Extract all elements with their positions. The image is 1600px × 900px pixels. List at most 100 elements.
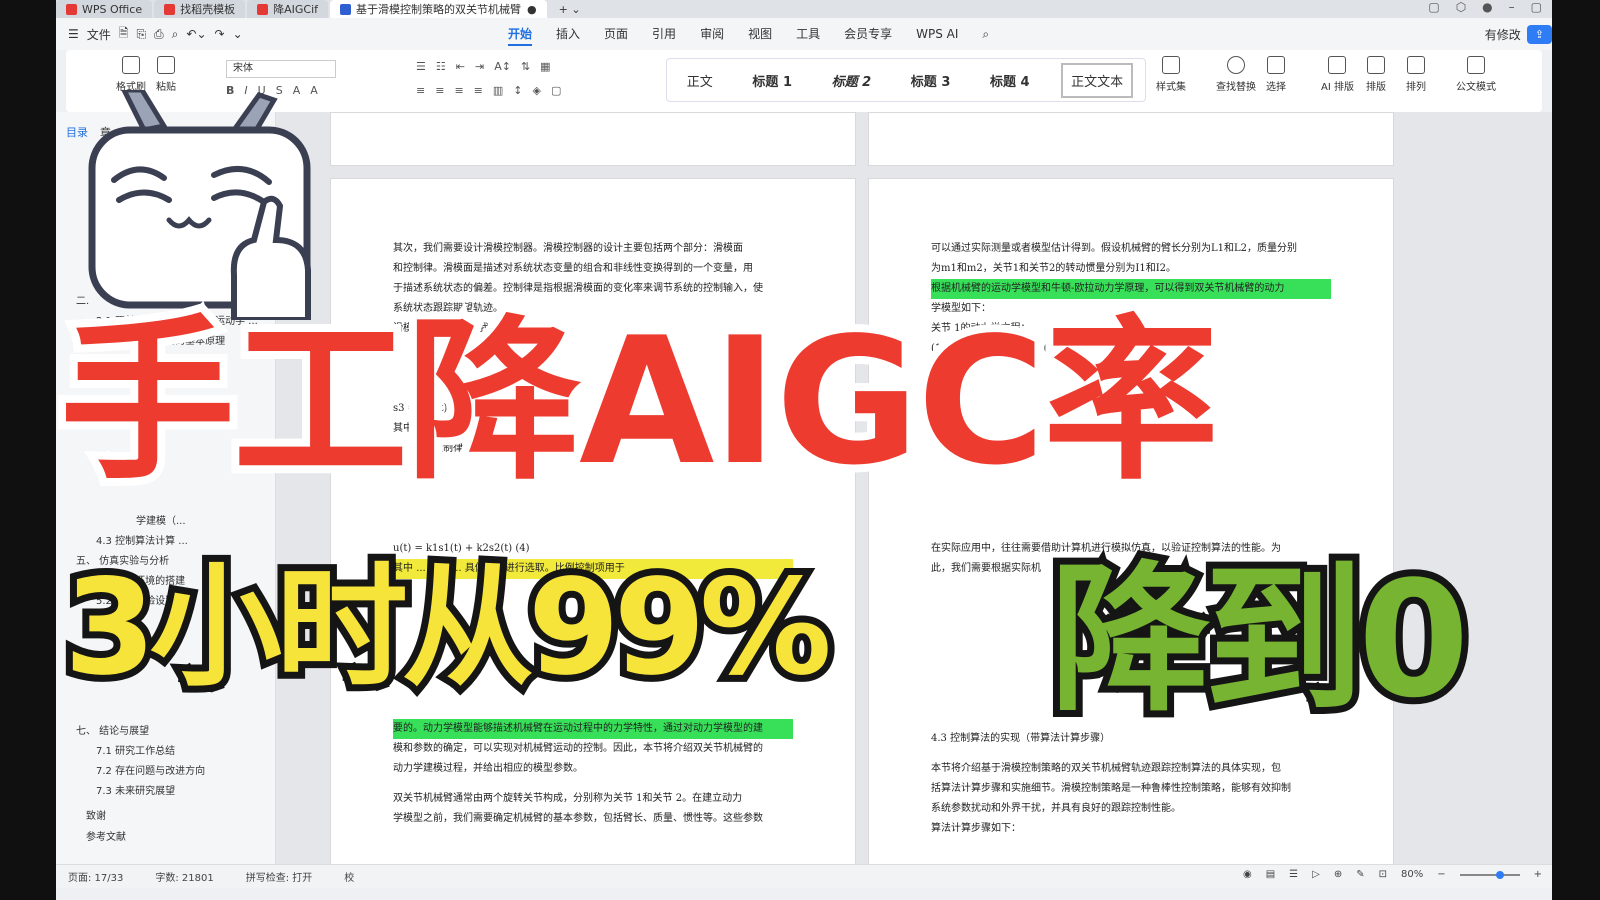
select-button[interactable]: 选择 bbox=[1266, 56, 1286, 93]
close-icon[interactable]: ● bbox=[527, 3, 537, 16]
search-icon[interactable]: ⌕ bbox=[970, 18, 1001, 50]
official-mode-label: 公文模式 bbox=[1456, 82, 1496, 93]
line-spacing-icon[interactable]: ↕ bbox=[513, 84, 522, 97]
fit-icon[interactable]: ⊡ bbox=[1379, 869, 1387, 880]
sort-icon[interactable]: ⇅ bbox=[521, 60, 530, 73]
distribute-icon[interactable]: ▥ bbox=[493, 84, 503, 97]
tab-aigc-pdf[interactable]: 降AIGCif bbox=[247, 0, 329, 18]
style-normal[interactable]: 正文 bbox=[679, 65, 721, 96]
writer-icon bbox=[340, 3, 352, 15]
pen-icon[interactable]: ✎ bbox=[1356, 869, 1364, 880]
style-set-button[interactable]: 样式集 bbox=[1156, 56, 1186, 93]
indent-icon[interactable]: ⇥ bbox=[475, 60, 484, 73]
toc-item[interactable]: 致谢 bbox=[86, 807, 286, 822]
zoom-in-icon[interactable]: + bbox=[1534, 869, 1542, 880]
preview-icon[interactable]: ⌕ bbox=[172, 27, 179, 42]
revise-status[interactable]: 有修改 bbox=[1485, 26, 1521, 43]
print-icon[interactable]: ⎙ bbox=[154, 27, 164, 42]
zoom-out-icon[interactable]: − bbox=[1437, 869, 1445, 880]
word-count[interactable]: 字数: 21801 bbox=[155, 869, 213, 884]
border-icon[interactable]: ▢ bbox=[551, 84, 561, 97]
outdent-icon[interactable]: ⇤ bbox=[456, 60, 465, 73]
web-view-icon[interactable]: ⊕ bbox=[1334, 869, 1342, 880]
toc-item[interactable]: 参考文献 bbox=[86, 828, 286, 843]
ai-layout-button[interactable]: AI 排版 bbox=[1321, 56, 1354, 93]
paragraph-line: 模和参数的确定，可以实现对机械臂运动的控制。因此，本节将介绍双关节机械臂的 bbox=[393, 743, 763, 754]
zoom-level[interactable]: 80% bbox=[1401, 869, 1423, 880]
char-spacing-icon[interactable]: A↕ bbox=[494, 60, 511, 73]
style-heading-2[interactable]: 标题 2 bbox=[824, 65, 880, 96]
style-heading-3[interactable]: 标题 3 bbox=[903, 65, 959, 96]
menu-page[interactable]: 页面 bbox=[592, 18, 640, 50]
menu-tools[interactable]: 工具 bbox=[784, 18, 832, 50]
hamburger-icon[interactable]: ☰ bbox=[68, 27, 79, 41]
style-gallery: 正文 标题 1 标题 2 标题 3 标题 4 正文文本 bbox=[666, 58, 1146, 102]
align-left-icon[interactable]: ≡ bbox=[416, 84, 425, 97]
tab-wps-office[interactable]: WPS Office bbox=[56, 0, 153, 18]
save-icon[interactable]: 🗎 bbox=[119, 24, 129, 45]
find-replace-button[interactable]: 查找替换 bbox=[1216, 56, 1256, 93]
menu-review[interactable]: 审阅 bbox=[688, 18, 736, 50]
toc-item[interactable]: 4.3 控制算法计算 ... bbox=[96, 532, 296, 547]
style-set-icon bbox=[1162, 56, 1180, 74]
bullets-icon[interactable]: ☰ bbox=[416, 60, 426, 73]
align-center-icon[interactable]: ≡ bbox=[435, 84, 444, 97]
style-heading-1[interactable]: 标题 1 bbox=[744, 65, 800, 96]
minimize-icon[interactable]: – bbox=[1509, 0, 1515, 14]
menu-home[interactable]: 开始 bbox=[496, 18, 544, 50]
menu-wps-ai[interactable]: WPS AI bbox=[904, 18, 970, 50]
numbering-icon[interactable]: ☷ bbox=[436, 60, 446, 73]
paragraph-line: 和控制律。滑模面是描述对系统状态变量的组合和非线性变换得到的一个变量，用 bbox=[393, 263, 753, 274]
toc-item[interactable]: 7.3 未来研究展望 bbox=[96, 782, 296, 797]
proofread[interactable]: 校 bbox=[344, 869, 354, 884]
align-right-icon[interactable]: ≡ bbox=[454, 84, 463, 97]
more-icon[interactable]: ⌄ bbox=[233, 27, 243, 41]
style-set-label: 样式集 bbox=[1156, 82, 1186, 93]
eye-icon[interactable]: ◉ bbox=[1243, 869, 1252, 880]
bilibili-tv-mascot bbox=[88, 90, 311, 320]
pdf-icon bbox=[257, 3, 269, 15]
zoom-handle[interactable] bbox=[1495, 870, 1504, 879]
justify-icon[interactable]: ≡ bbox=[474, 84, 483, 97]
zoom-slider[interactable] bbox=[1459, 870, 1520, 879]
clipboard-icon bbox=[157, 56, 175, 74]
paste-button[interactable]: 粘贴 bbox=[156, 56, 176, 93]
file-menu[interactable]: 文件 bbox=[87, 26, 111, 43]
style-heading-4[interactable]: 标题 4 bbox=[982, 65, 1038, 96]
toc-item[interactable]: 7.2 存在问题与改进方向 bbox=[96, 762, 296, 777]
toc-item[interactable]: 7.1 研究工作总结 bbox=[96, 742, 296, 757]
new-tab-button[interactable]: + ⌄ bbox=[549, 0, 591, 18]
tab-label: WPS Office bbox=[82, 2, 143, 16]
toc-item[interactable]: 七、 结论与展望 bbox=[76, 722, 276, 737]
menu-view[interactable]: 视图 bbox=[736, 18, 784, 50]
arrange-button[interactable]: 排列 bbox=[1406, 56, 1426, 93]
restore-icon[interactable]: ▢ bbox=[1428, 0, 1439, 14]
redo-icon[interactable]: ↷ bbox=[215, 27, 225, 41]
paragraph-line: 于描述系统状态的偏差。控制律是指根据滑模面的变化率来调节系统的控制输入，使 bbox=[393, 283, 763, 294]
spell-check[interactable]: 拼写检查: 打开 bbox=[246, 869, 313, 884]
page-indicator[interactable]: 页面: 17/33 bbox=[68, 869, 123, 884]
export-icon[interactable]: ⎘ bbox=[136, 27, 146, 42]
tab-template[interactable]: 找稻壳模板 bbox=[154, 0, 246, 18]
cube-icon[interactable]: ⬡ bbox=[1456, 0, 1466, 14]
outline-view-icon[interactable]: ☰ bbox=[1289, 869, 1298, 880]
menu-member[interactable]: 会员专享 bbox=[832, 18, 904, 50]
shading-icon[interactable]: ◈ bbox=[533, 84, 541, 97]
cursor-icon bbox=[1267, 56, 1285, 74]
avatar[interactable]: ● bbox=[1482, 0, 1492, 14]
official-mode-button[interactable]: 公文模式 bbox=[1456, 56, 1496, 93]
play-icon[interactable]: ▷ bbox=[1312, 869, 1320, 880]
font-family-select[interactable]: 宋体 bbox=[226, 60, 336, 78]
tab-document[interactable]: 基于滑模控制策略的双关节机械臂 ● bbox=[330, 0, 547, 18]
style-body-text[interactable]: 正文文本 bbox=[1061, 62, 1134, 98]
share-button[interactable]: ⇪ bbox=[1526, 24, 1552, 44]
table-icon[interactable]: ▦ bbox=[540, 60, 550, 73]
layout-button[interactable]: 排版 bbox=[1366, 56, 1386, 93]
menu-insert[interactable]: 插入 bbox=[544, 18, 592, 50]
maximize-icon[interactable]: ▢ bbox=[1531, 0, 1542, 14]
page-view-icon[interactable]: ▤ bbox=[1266, 869, 1275, 880]
format-painter-button[interactable]: 格式刷 bbox=[116, 56, 146, 93]
undo-icon[interactable]: ↶⌄ bbox=[186, 27, 206, 41]
menu-reference[interactable]: 引用 bbox=[640, 18, 688, 50]
layout-label: 排版 bbox=[1366, 82, 1386, 93]
